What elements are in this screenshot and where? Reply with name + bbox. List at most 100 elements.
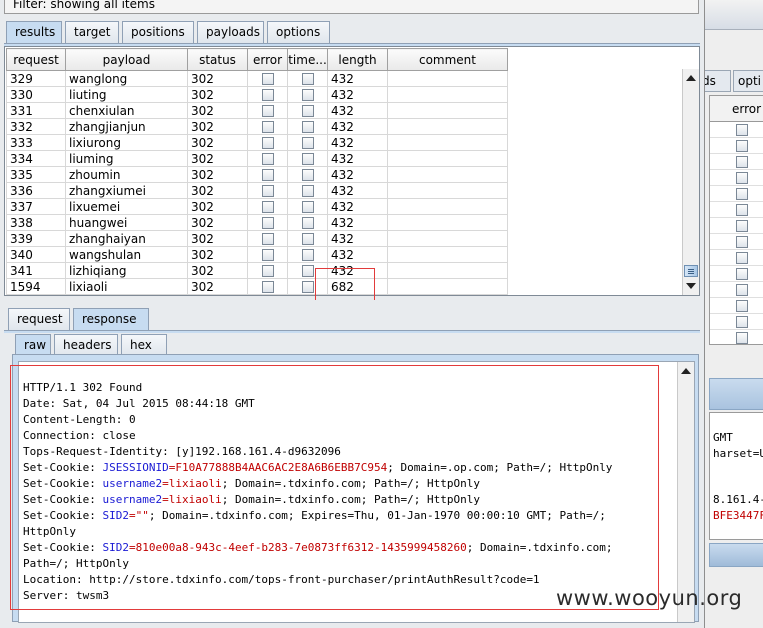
cell-payload: wanglong	[65, 70, 188, 87]
timeout-checkbox[interactable]	[301, 265, 314, 277]
timeout-checkbox[interactable]	[301, 169, 314, 181]
error-checkbox[interactable]	[261, 233, 274, 245]
cell-timeout	[287, 150, 328, 167]
table-row[interactable]: 341 lizhiqiang 302 432	[6, 262, 508, 279]
error-checkbox[interactable]	[261, 201, 274, 213]
column-header-comment[interactable]: comment	[387, 48, 508, 71]
timeout-checkbox[interactable]	[301, 89, 314, 101]
error-checkbox[interactable]	[261, 169, 274, 181]
column-header-status[interactable]: status	[187, 48, 248, 71]
cell-request: 338	[6, 214, 66, 231]
table-row[interactable]: 339 zhanghaiyan 302 432	[6, 230, 508, 247]
column-header-payload[interactable]: payload	[65, 48, 188, 71]
tab-payloads[interactable]: payloads	[197, 21, 264, 44]
background-table-row	[710, 186, 763, 202]
filter-text: Filter: showing all items	[13, 0, 155, 11]
cell-payload: lizhiqiang	[65, 262, 188, 279]
error-checkbox[interactable]	[261, 105, 274, 117]
timeout-checkbox[interactable]	[301, 233, 314, 245]
column-header-request[interactable]: request	[6, 48, 66, 71]
error-checkbox[interactable]	[261, 153, 274, 165]
table-row[interactable]: 338 huangwei 302 432	[6, 214, 508, 231]
cell-length: 432	[327, 70, 388, 87]
cell-payload: chenxiulan	[65, 102, 188, 119]
background-status-strip	[709, 543, 763, 567]
background-table-row	[710, 282, 763, 298]
table-row[interactable]: 337 lixuemei 302 432	[6, 198, 508, 215]
error-checkbox[interactable]	[261, 249, 274, 261]
background-tab-options[interactable]: opti	[733, 70, 763, 92]
error-checkbox[interactable]	[261, 265, 274, 277]
table-row[interactable]: 1594 lixiaoli 302 682	[6, 278, 508, 295]
results-table-panel: request payload status error time... len…	[4, 46, 700, 296]
tab-response[interactable]: response	[73, 308, 149, 332]
error-checkbox[interactable]	[261, 89, 274, 101]
error-checkbox[interactable]	[261, 281, 274, 293]
column-header-length[interactable]: length	[327, 48, 388, 71]
table-row[interactable]: 330 liuting 302 432	[6, 86, 508, 103]
filter-bar[interactable]: Filter: showing all items	[4, 0, 699, 14]
cell-timeout	[287, 246, 328, 263]
scroll-up-arrow-icon[interactable]	[681, 368, 691, 374]
error-checkbox[interactable]	[261, 137, 274, 149]
background-response-text: GMT harset=U 8.161.4- BFE3447F	[709, 412, 763, 540]
table-row[interactable]: 340 wangshulan 302 432	[6, 246, 508, 263]
error-checkbox[interactable]	[261, 73, 274, 85]
tab-positions[interactable]: positions	[122, 21, 194, 44]
background-error-column-header[interactable]: error	[710, 96, 763, 122]
tab-results[interactable]: results	[6, 21, 62, 45]
cell-status: 302	[187, 166, 248, 183]
table-row[interactable]: 333 lixiurong 302 432	[6, 134, 508, 151]
cell-status: 302	[187, 262, 248, 279]
table-row[interactable]: 332 zhangjianjun 302 432	[6, 118, 508, 135]
background-error-checkbox	[736, 300, 748, 312]
cell-length: 432	[327, 86, 388, 103]
error-checkbox[interactable]	[261, 121, 274, 133]
background-error-checkbox	[736, 252, 748, 264]
table-row[interactable]: 331 chenxiulan 302 432	[6, 102, 508, 119]
timeout-checkbox[interactable]	[301, 281, 314, 293]
cell-error	[247, 214, 288, 231]
cell-status: 302	[187, 134, 248, 151]
error-checkbox[interactable]	[261, 185, 274, 197]
background-table-row	[710, 314, 763, 330]
response-vertical-scrollbar[interactable]	[677, 362, 694, 622]
error-checkbox[interactable]	[261, 217, 274, 229]
tab-request[interactable]: request	[8, 308, 70, 331]
timeout-checkbox[interactable]	[301, 185, 314, 197]
cell-request: 335	[6, 166, 66, 183]
cell-request: 332	[6, 118, 66, 135]
scrollbar-thumb[interactable]	[684, 265, 698, 277]
results-vertical-scrollbar[interactable]	[682, 69, 699, 295]
cell-error	[247, 246, 288, 263]
scroll-down-arrow-icon[interactable]	[686, 283, 696, 289]
timeout-checkbox[interactable]	[301, 105, 314, 117]
grip-line	[688, 273, 694, 274]
cell-length: 432	[327, 230, 388, 247]
tab-options[interactable]: options	[267, 21, 330, 44]
table-row[interactable]: 329 wanglong 302 432	[6, 70, 508, 87]
cell-error	[247, 198, 288, 215]
timeout-checkbox[interactable]	[301, 249, 314, 261]
column-header-timeout[interactable]: time...	[287, 48, 328, 71]
cell-timeout	[287, 102, 328, 119]
timeout-checkbox[interactable]	[301, 201, 314, 213]
cell-error	[247, 278, 288, 295]
background-window: ds opti error GMT harset=U 8.161.4- BFE3…	[697, 0, 763, 628]
cell-comment	[387, 262, 508, 279]
column-header-error[interactable]: error	[247, 48, 288, 71]
timeout-checkbox[interactable]	[301, 121, 314, 133]
table-row[interactable]: 334 liuming 302 432	[6, 150, 508, 167]
cell-timeout	[287, 198, 328, 215]
timeout-checkbox[interactable]	[301, 137, 314, 149]
table-row[interactable]: 336 zhangxiumei 302 432	[6, 182, 508, 199]
background-error-checkbox	[736, 284, 748, 296]
scroll-up-arrow-icon[interactable]	[686, 75, 696, 81]
cell-payload: lixuemei	[65, 198, 188, 215]
timeout-checkbox[interactable]	[301, 217, 314, 229]
timeout-checkbox[interactable]	[301, 73, 314, 85]
table-row[interactable]: 335 zhoumin 302 432	[6, 166, 508, 183]
background-error-checkbox	[736, 124, 748, 136]
timeout-checkbox[interactable]	[301, 153, 314, 165]
tab-target[interactable]: target	[65, 21, 119, 44]
